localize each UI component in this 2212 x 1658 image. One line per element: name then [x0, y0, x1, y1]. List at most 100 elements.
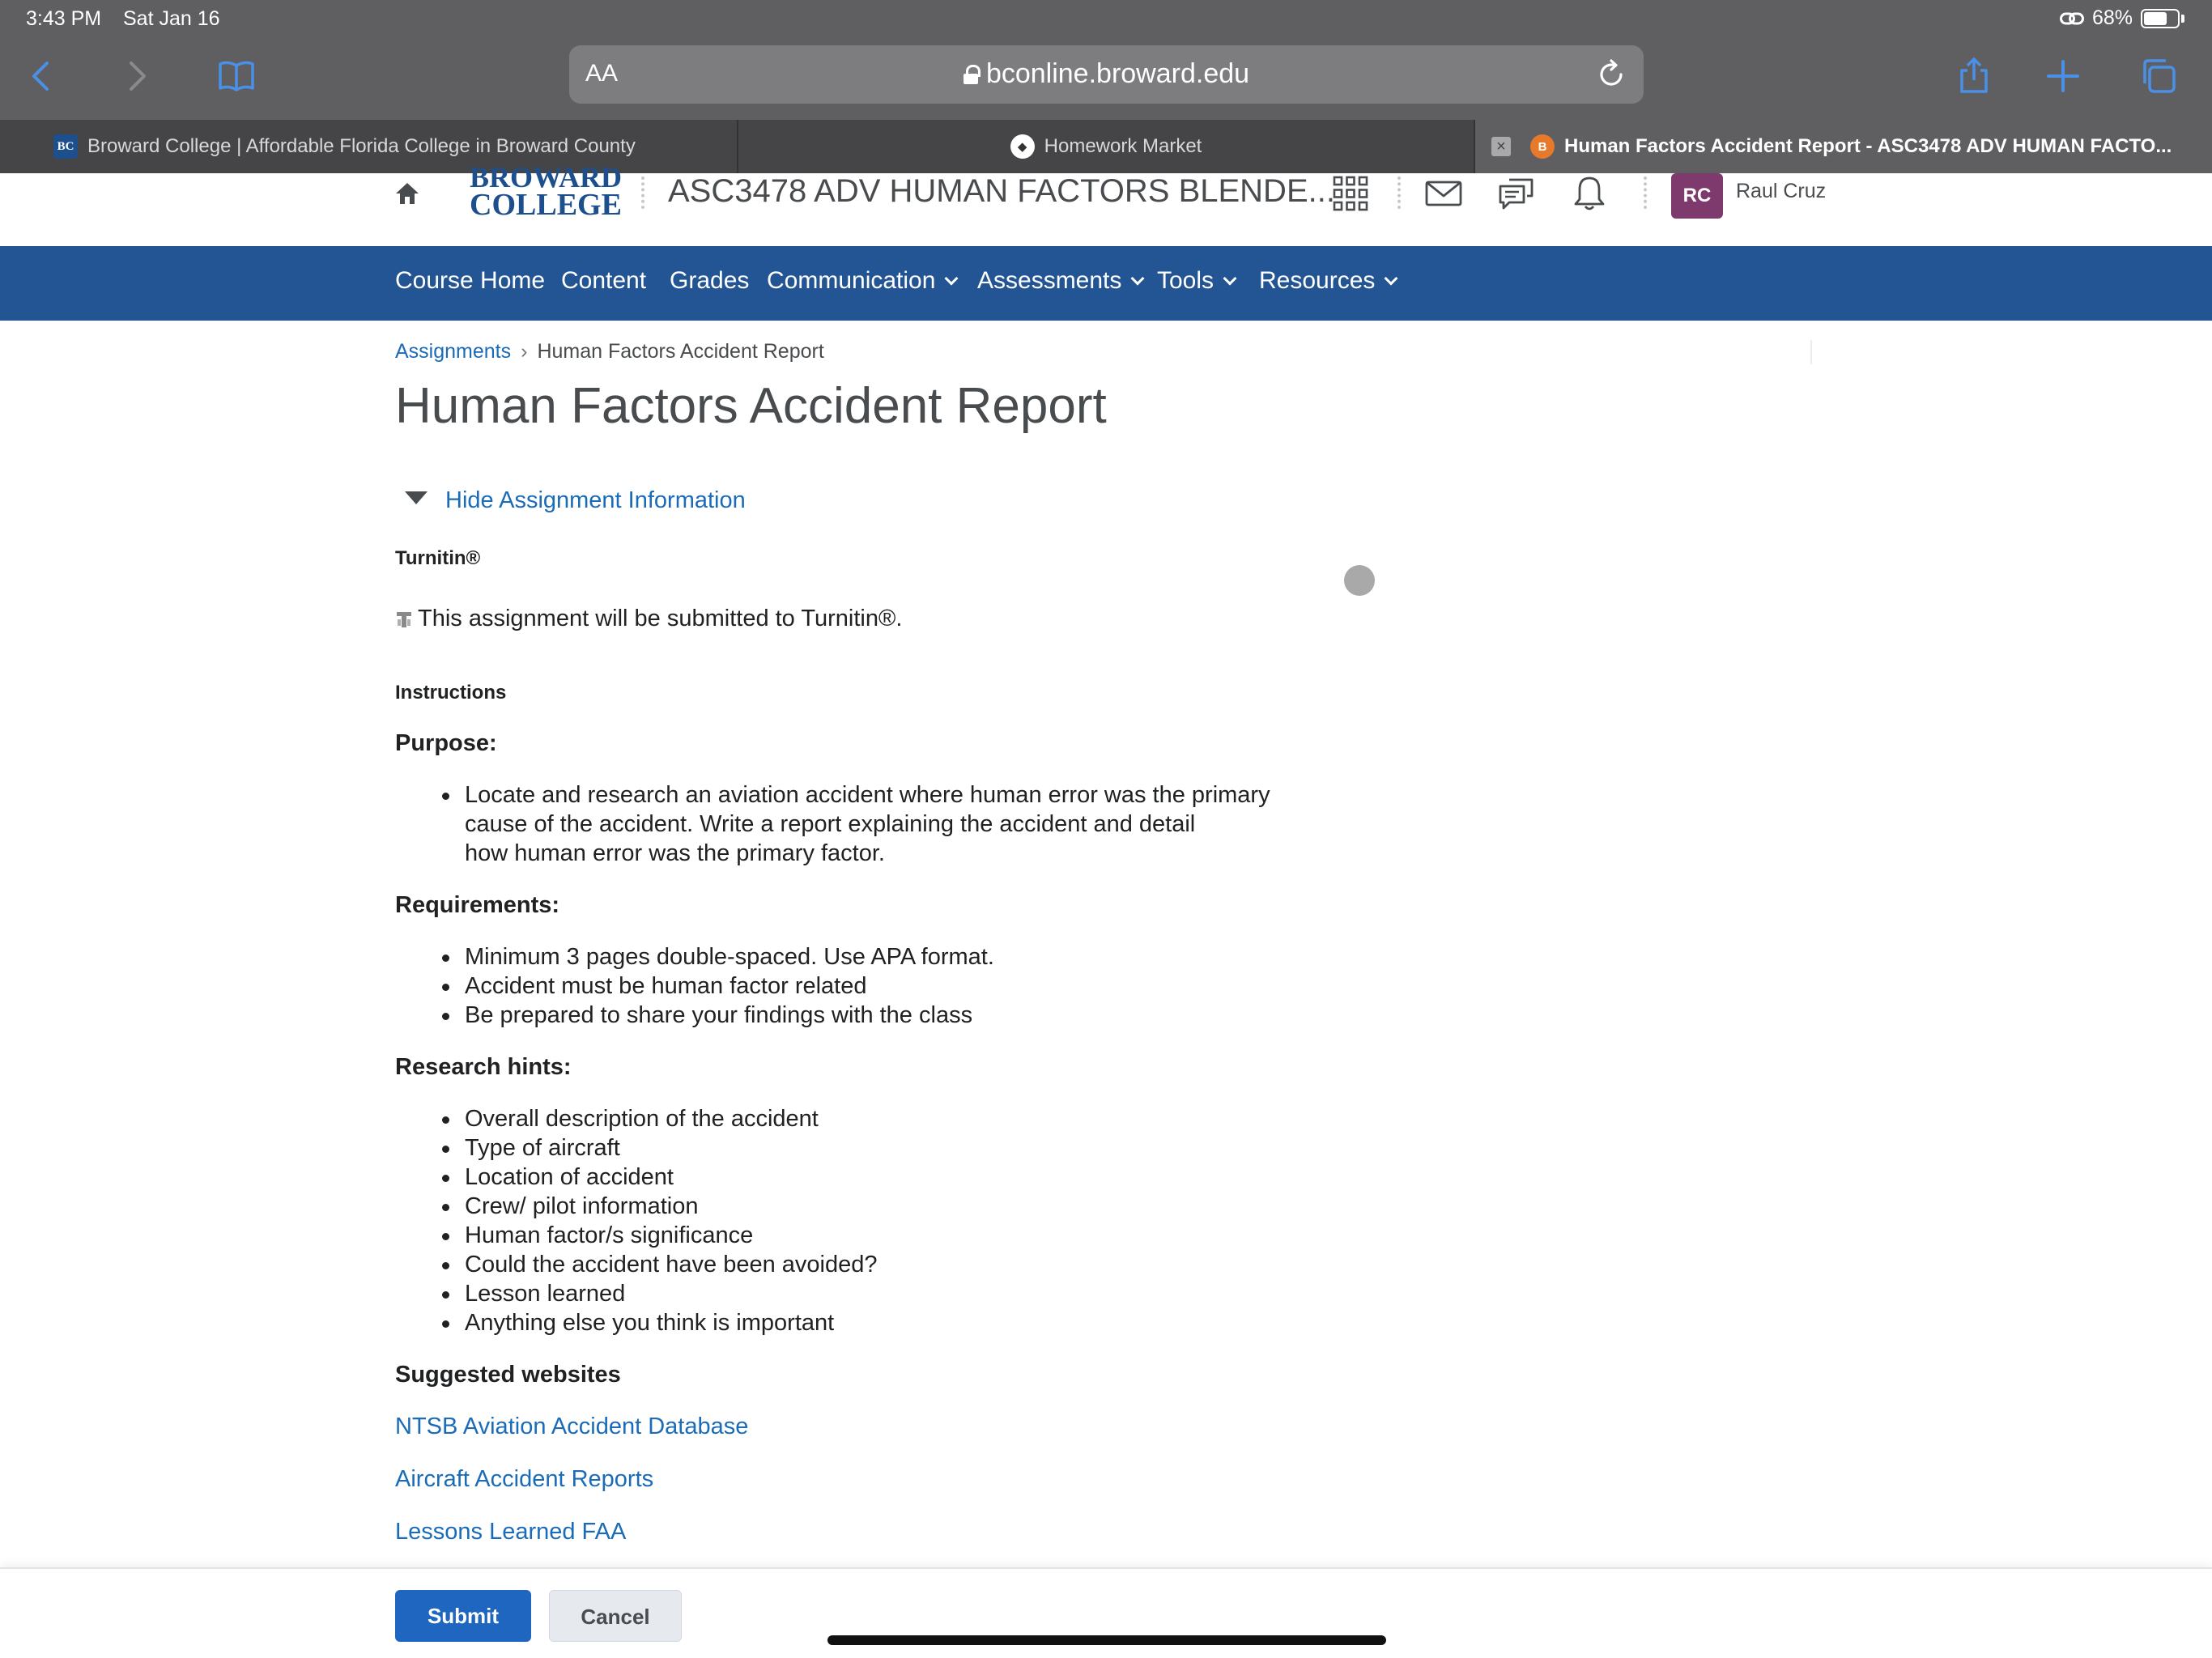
share-icon[interactable]: [1951, 53, 1997, 99]
course-title[interactable]: ASC3478 ADV HUMAN FACTORS BLENDE...: [668, 173, 1335, 210]
breadcrumb: Assignments › Human Factors Accident Repor…: [395, 340, 824, 363]
notifications-bell-icon[interactable]: [1571, 175, 1608, 212]
battery-icon: [2141, 8, 2180, 28]
list-item: Anything else you think is important: [442, 1308, 878, 1337]
logo-line1: BROWARD: [470, 161, 623, 193]
requirements-list: Minimum 3 pages double-spaced. Use APA f…: [442, 942, 994, 1030]
chevron-down-icon: [944, 271, 959, 286]
tab-title: Human Factors Accident Report - ASC3478 …: [1564, 135, 2172, 157]
list-item: Could the accident have been avoided?: [442, 1252, 878, 1278]
list-item: Overall description of the accident: [442, 1104, 878, 1133]
back-icon[interactable]: [19, 53, 65, 99]
nav-assessments[interactable]: Assessments: [977, 267, 1145, 295]
list-item: Locate and research an aviation accident…: [442, 780, 1270, 868]
battery-cap: [2181, 14, 2184, 23]
list-item: Be prepared to share your findings with …: [442, 1001, 994, 1030]
header-divider: [1644, 176, 1647, 209]
page-title: Human Factors Accident Report: [395, 378, 1107, 434]
avatar[interactable]: RC: [1671, 173, 1723, 219]
nav-label: Assessments: [977, 267, 1122, 294]
nav-label: Course Home: [395, 267, 546, 294]
cancel-button[interactable]: Cancel: [549, 1590, 682, 1642]
url-text: bconline.broward.edu: [985, 58, 1250, 89]
nav-resources[interactable]: Resources: [1259, 267, 1398, 295]
content-edge-divider: [1810, 340, 1812, 364]
research-hints-list: Overall description of the accident Type…: [442, 1104, 878, 1337]
broward-favicon-icon: BC: [53, 134, 78, 159]
nav-communication[interactable]: Communication: [767, 267, 959, 295]
hide-assignment-info-toggle[interactable]: Hide Assignment Information: [405, 487, 746, 514]
list-item: Location of accident: [442, 1163, 878, 1192]
chevron-down-icon: [1384, 271, 1398, 286]
nav-label: Tools: [1157, 267, 1214, 294]
turnitin-note: This assignment will be submitted to Tur…: [395, 606, 902, 632]
url-display[interactable]: bconline.broward.edu: [569, 58, 1644, 90]
d2l-favicon-icon: B: [1530, 134, 1555, 159]
list-item: Crew/ pilot information: [442, 1192, 878, 1221]
nav-label: Content: [561, 267, 647, 294]
purpose-heading: Purpose:: [395, 730, 497, 756]
turnitin-icon: [397, 612, 411, 627]
course-header: BROWARD COLLEGE ASC3478 ADV HUMAN FACTOR…: [0, 163, 2212, 246]
breadcrumb-current: Human Factors Accident Report: [537, 340, 824, 363]
header-divider: [641, 176, 644, 209]
research-hints-heading: Research hints:: [395, 1054, 572, 1080]
nav-course-home[interactable]: Course Home: [395, 267, 545, 295]
tab-broward-college[interactable]: BC Broward College | Affordable Florida …: [0, 120, 737, 173]
header-divider: [1397, 176, 1401, 209]
purpose-list: Locate and research an aviation accident…: [442, 780, 1270, 868]
mail-icon[interactable]: [1425, 175, 1462, 212]
list-item: Type of aircraft: [442, 1133, 878, 1163]
requirements-heading: Requirements:: [395, 892, 560, 918]
list-item-text: how human error was the primary factor.: [465, 840, 885, 866]
breadcrumb-separator: ›: [521, 340, 528, 363]
home-icon[interactable]: [393, 180, 421, 207]
list-item-text: Locate and research an aviation accident…: [465, 782, 1270, 808]
home-indicator[interactable]: [827, 1635, 1386, 1645]
list-item: Lesson learned: [442, 1279, 878, 1308]
chevron-down-icon: [1223, 271, 1237, 286]
nav-tools[interactable]: Tools: [1157, 267, 1237, 295]
chat-icon[interactable]: [1498, 175, 1535, 212]
tab-title: Broward College | Affordable Florida Col…: [87, 135, 636, 157]
status-indicators: 68%: [2059, 6, 2184, 30]
ntsb-database-link[interactable]: NTSB Aviation Accident Database: [395, 1414, 748, 1440]
lessons-learned-faa-link[interactable]: Lessons Learned FAA: [395, 1519, 626, 1545]
chevron-down-icon: [1130, 271, 1145, 286]
bookmarks-icon[interactable]: [214, 53, 259, 99]
instructions-heading: Instructions: [395, 682, 507, 704]
user-name[interactable]: Raul Cruz: [1736, 180, 1826, 203]
loading-indicator: [1344, 565, 1375, 596]
forward-icon[interactable]: [113, 53, 159, 99]
status-time: 3:43 PM: [26, 7, 102, 30]
nav-grades[interactable]: Grades: [670, 267, 749, 295]
list-item-text: cause of the accident. Write a report ex…: [465, 811, 1196, 837]
battery-percent: 68%: [2091, 6, 2133, 29]
nav-label: Resources: [1259, 267, 1376, 294]
close-tab-icon[interactable]: ×: [1491, 137, 1511, 156]
status-date: Sat Jan 16: [123, 7, 220, 30]
suggested-websites-heading: Suggested websites: [395, 1362, 621, 1388]
new-tab-icon[interactable]: [2040, 53, 2086, 99]
browser-chrome: 3:43 PM Sat Jan 16 68% AA bconline.browa…: [0, 0, 2212, 120]
course-selector-grid-icon[interactable]: [1332, 175, 1369, 212]
link-icon: [2059, 12, 2084, 24]
tab-human-factors-report[interactable]: × B Human Factors Accident Report - ASC3…: [1475, 120, 2212, 173]
caret-down-icon: [405, 491, 428, 504]
nav-content[interactable]: Content: [561, 267, 646, 295]
address-bar[interactable]: AA bconline.broward.edu: [569, 45, 1644, 104]
broward-college-logo[interactable]: BROWARD COLLEGE: [470, 163, 622, 220]
tab-homework-market[interactable]: ◆ Homework Market: [738, 120, 1474, 173]
toggle-label: Hide Assignment Information: [445, 487, 746, 513]
nav-label: Grades: [670, 267, 750, 294]
aircraft-accident-reports-link[interactable]: Aircraft Accident Reports: [395, 1466, 653, 1493]
breadcrumb-assignments-link[interactable]: Assignments: [395, 340, 511, 363]
list-item: Minimum 3 pages double-spaced. Use APA f…: [442, 944, 994, 970]
submit-button[interactable]: Submit: [395, 1590, 531, 1642]
turnitin-heading: Turnitin®: [395, 547, 481, 569]
status-bar: 3:43 PM Sat Jan 16 68%: [0, 0, 2212, 37]
tab-strip: BC Broward College | Affordable Florida …: [0, 120, 2212, 173]
tabs-icon[interactable]: [2136, 53, 2181, 99]
turnitin-note-text: This assignment will be submitted to Tur…: [418, 606, 903, 631]
reload-icon[interactable]: [1593, 57, 1629, 92]
